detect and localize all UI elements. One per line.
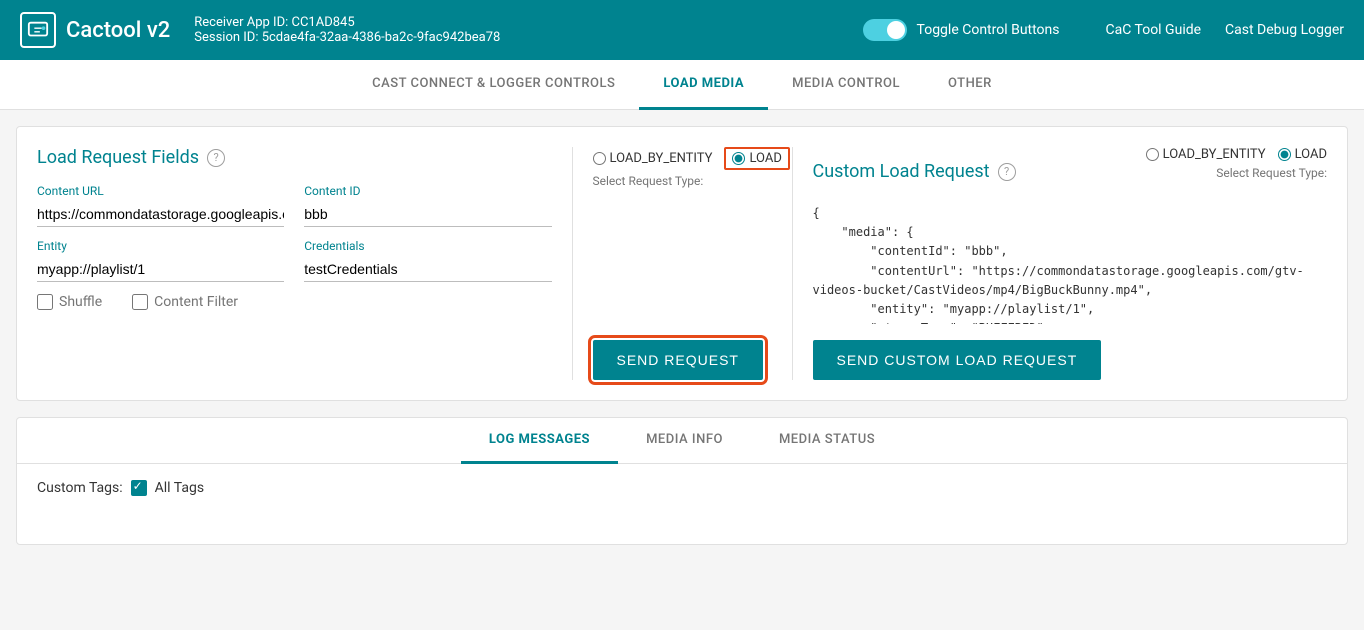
cast-debug-logger-link[interactable]: Cast Debug Logger — [1225, 22, 1344, 38]
custom-tags-row: Custom Tags: All Tags — [37, 480, 1327, 496]
tab-media-control[interactable]: MEDIA CONTROL — [768, 60, 924, 110]
custom-json-editor[interactable]: { "media": { "contentId": "bbb", "conten… — [813, 204, 1328, 324]
load-by-entity-radio[interactable] — [593, 152, 606, 165]
content-url-group: Content URL — [37, 184, 284, 227]
custom-panel-header: Custom Load Request ? LOAD_BY_ENTITY LOA… — [813, 147, 1328, 196]
content-id-group: Content ID — [304, 184, 551, 227]
load-radio-item[interactable]: LOAD — [724, 147, 789, 170]
custom-load-by-entity-radio[interactable] — [1146, 148, 1159, 161]
shuffle-checkbox-item[interactable]: Shuffle — [37, 294, 102, 310]
entity-group: Entity — [37, 239, 284, 282]
send-request-button[interactable]: SEND REQUEST — [593, 340, 763, 380]
load-request-help-icon[interactable]: ? — [207, 149, 225, 167]
custom-request-type-row: LOAD_BY_ENTITY LOAD — [1146, 147, 1327, 162]
tab-other[interactable]: OTHER — [924, 60, 1016, 110]
load-label: LOAD — [749, 151, 781, 166]
content-id-input[interactable] — [304, 202, 551, 227]
custom-load-help-icon[interactable]: ? — [998, 163, 1016, 181]
custom-load-by-entity-label: LOAD_BY_ENTITY — [1163, 147, 1266, 162]
bottom-section: LOG MESSAGES MEDIA INFO MEDIA STATUS Cus… — [16, 417, 1348, 545]
header-info: Receiver App ID: CC1AD845 Session ID: 5c… — [194, 15, 500, 45]
logo-icon — [20, 12, 56, 48]
tab-media-status[interactable]: MEDIA STATUS — [751, 418, 903, 464]
bottom-content: Custom Tags: All Tags — [17, 464, 1347, 544]
custom-panel-title: Custom Load Request ? — [813, 161, 1016, 182]
custom-tags-label: Custom Tags: — [37, 480, 123, 496]
content-url-row: Content URL Content ID — [37, 184, 552, 227]
receiver-app-id: Receiver App ID: CC1AD845 — [194, 15, 500, 30]
tab-log-messages[interactable]: LOG MESSAGES — [461, 418, 618, 464]
request-type-row: LOAD_BY_ENTITY LOAD — [593, 147, 790, 170]
send-custom-load-button[interactable]: SEND CUSTOM LOAD REQUEST — [813, 340, 1102, 380]
bottom-tabs: LOG MESSAGES MEDIA INFO MEDIA STATUS — [17, 418, 1347, 464]
shuffle-checkbox[interactable] — [37, 294, 53, 310]
middle-panel: LOAD_BY_ENTITY LOAD Select Request Type:… — [573, 147, 793, 380]
load-radio[interactable] — [732, 152, 745, 165]
main-nav: CAST CONNECT & LOGGER CONTROLS LOAD MEDI… — [0, 60, 1364, 110]
content-filter-label: Content Filter — [154, 294, 238, 310]
content-url-label: Content URL — [37, 184, 284, 198]
custom-request-type-right: LOAD_BY_ENTITY LOAD Select Request Type: — [1146, 147, 1327, 196]
toggle-label: Toggle Control Buttons — [917, 22, 1060, 38]
checkbox-row: Shuffle Content Filter — [37, 294, 552, 310]
custom-load-by-entity-radio-item[interactable]: LOAD_BY_ENTITY — [1146, 147, 1266, 162]
header-links: CaC Tool Guide Cast Debug Logger — [1106, 22, 1345, 38]
custom-load-label: LOAD — [1295, 147, 1327, 162]
load-request-title: Load Request Fields ? — [37, 147, 552, 168]
load-by-entity-radio-item[interactable]: LOAD_BY_ENTITY — [593, 151, 713, 166]
custom-load-panel: Custom Load Request ? LOAD_BY_ENTITY LOA… — [793, 147, 1328, 380]
session-id: Session ID: 5cdae4fa-32aa-4386-ba2c-9fac… — [194, 30, 500, 45]
logo: Cactool v2 — [20, 12, 170, 48]
content-id-label: Content ID — [304, 184, 551, 198]
custom-load-radio[interactable] — [1278, 148, 1291, 161]
app-header: Cactool v2 Receiver App ID: CC1AD845 Ses… — [0, 0, 1364, 60]
toggle-area: Toggle Control Buttons — [863, 19, 1060, 41]
logo-text: Cactool v2 — [66, 18, 170, 43]
shuffle-label: Shuffle — [59, 294, 102, 310]
load-by-entity-label: LOAD_BY_ENTITY — [610, 151, 713, 166]
tab-load-media[interactable]: LOAD MEDIA — [639, 60, 768, 110]
credentials-group: Credentials — [304, 239, 551, 282]
all-tags-checkbox[interactable] — [131, 480, 147, 496]
content-filter-checkbox-item[interactable]: Content Filter — [132, 294, 238, 310]
credentials-label: Credentials — [304, 239, 551, 253]
main-content: Load Request Fields ? Content URL Conten… — [0, 110, 1364, 561]
entity-input[interactable] — [37, 257, 284, 282]
top-card: Load Request Fields ? Content URL Conten… — [16, 126, 1348, 401]
cac-tool-guide-link[interactable]: CaC Tool Guide — [1106, 22, 1202, 38]
tab-media-info[interactable]: MEDIA INFO — [618, 418, 751, 464]
content-filter-checkbox[interactable] — [132, 294, 148, 310]
entity-row: Entity Credentials — [37, 239, 552, 282]
all-tags-label: All Tags — [155, 480, 204, 496]
tab-cast-connect[interactable]: CAST CONNECT & LOGGER CONTROLS — [348, 60, 639, 110]
entity-label: Entity — [37, 239, 284, 253]
content-url-input[interactable] — [37, 202, 284, 227]
custom-select-request-label: Select Request Type: — [1216, 166, 1327, 180]
credentials-input[interactable] — [304, 257, 551, 282]
select-request-label: Select Request Type: — [593, 174, 790, 188]
toggle-switch[interactable] — [863, 19, 907, 41]
custom-load-radio-item[interactable]: LOAD — [1278, 147, 1327, 162]
load-request-panel: Load Request Fields ? Content URL Conten… — [37, 147, 573, 380]
